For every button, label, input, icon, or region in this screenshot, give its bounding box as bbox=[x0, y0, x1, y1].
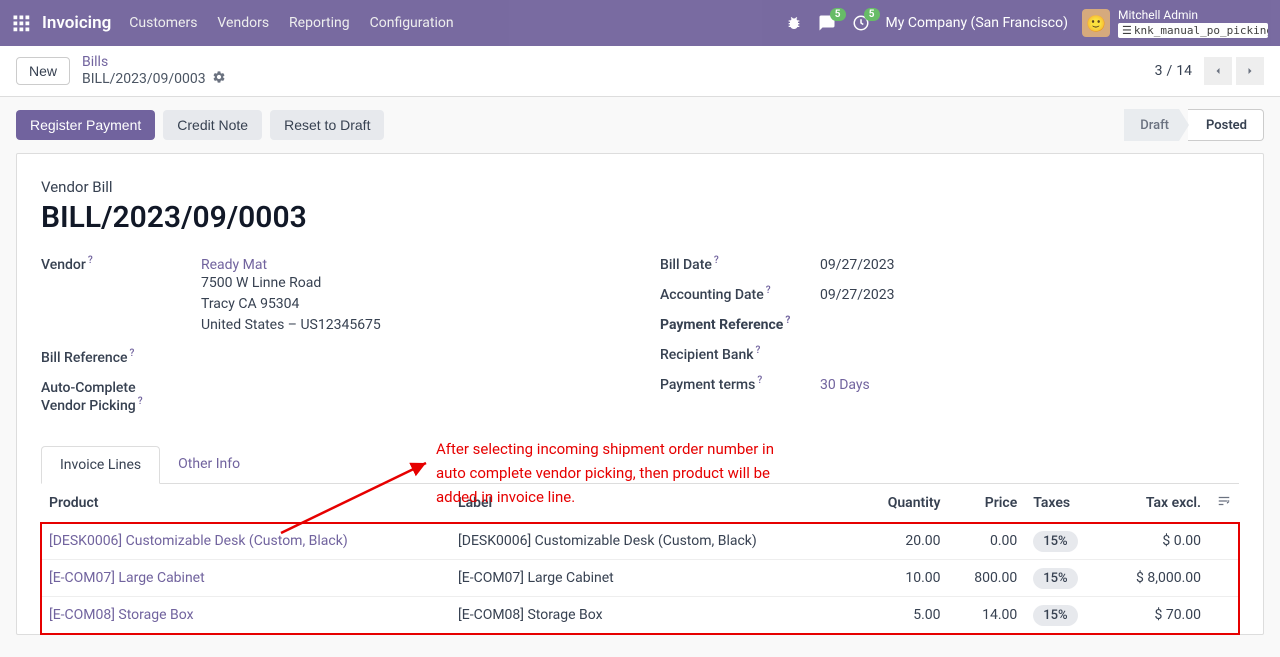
bill-ref-label: Bill Reference bbox=[41, 350, 128, 366]
vendor-label: Vendor bbox=[41, 257, 86, 273]
col-product[interactable]: Product bbox=[41, 484, 450, 523]
debug-icon[interactable] bbox=[786, 15, 802, 31]
user-menu[interactable]: Mitchell Admin ☰ knk_manual_po_picking_i… bbox=[1118, 8, 1268, 38]
help-icon[interactable]: ? bbox=[88, 255, 93, 266]
top-nav: Invoicing Customers Vendors Reporting Co… bbox=[0, 0, 1280, 46]
apps-icon[interactable] bbox=[12, 14, 30, 32]
breadcrumb: Bills BILL/2023/09/0003 bbox=[82, 54, 226, 88]
pager-prev[interactable] bbox=[1204, 57, 1232, 85]
col-tax-excl[interactable]: Tax excl. bbox=[1104, 484, 1209, 523]
tab-other-info[interactable]: Other Info bbox=[160, 446, 258, 483]
cell-label[interactable]: [E-COM08] Storage Box bbox=[450, 597, 859, 634]
help-icon[interactable]: ? bbox=[757, 375, 762, 386]
columns-config-icon[interactable] bbox=[1209, 484, 1239, 523]
nav-configuration[interactable]: Configuration bbox=[370, 15, 454, 31]
col-label[interactable]: Label bbox=[450, 484, 859, 523]
new-button[interactable]: New bbox=[16, 57, 70, 85]
help-icon[interactable]: ? bbox=[130, 348, 135, 359]
col-quantity[interactable]: Quantity bbox=[859, 484, 948, 523]
nav-customers[interactable]: Customers bbox=[129, 15, 197, 31]
register-payment-button[interactable]: Register Payment bbox=[16, 110, 155, 140]
activities-icon[interactable]: 5 bbox=[852, 14, 870, 32]
nav-vendors[interactable]: Vendors bbox=[217, 15, 269, 31]
cell-price[interactable]: 0.00 bbox=[949, 523, 1026, 560]
col-taxes[interactable]: Taxes bbox=[1025, 484, 1103, 523]
cell-qty[interactable]: 20.00 bbox=[859, 523, 948, 560]
payment-terms-label: Payment terms bbox=[660, 377, 755, 393]
reset-to-draft-button[interactable]: Reset to Draft bbox=[270, 110, 384, 140]
company-selector[interactable]: My Company (San Francisco) bbox=[886, 15, 1068, 31]
cell-excl[interactable]: $ 0.00 bbox=[1104, 523, 1209, 560]
recipient-bank-label: Recipient Bank bbox=[660, 347, 754, 363]
table-row[interactable]: [E-COM07] Large Cabinet [E-COM07] Large C… bbox=[41, 560, 1239, 597]
breadcrumb-parent[interactable]: Bills bbox=[82, 54, 108, 70]
invoice-lines-table: Product Label Quantity Price Taxes Tax e… bbox=[41, 484, 1239, 634]
dev-tag: ☰ knk_manual_po_picking_in… bbox=[1118, 23, 1268, 38]
table-row[interactable]: [E-COM08] Storage Box [E-COM08] Storage B… bbox=[41, 597, 1239, 634]
cell-label[interactable]: [DESK0006] Customizable Desk (Custom, Bl… bbox=[450, 523, 859, 560]
cell-qty[interactable]: 5.00 bbox=[859, 597, 948, 634]
messages-badge: 5 bbox=[830, 8, 846, 21]
payment-terms-value[interactable]: 30 Days bbox=[820, 377, 870, 393]
pager-total: 14 bbox=[1176, 63, 1192, 79]
auto-complete-label-2: Vendor Picking bbox=[41, 398, 136, 414]
tabs: Invoice Lines Other Info bbox=[41, 446, 1239, 484]
status-draft[interactable]: Draft bbox=[1124, 109, 1179, 141]
tab-invoice-lines[interactable]: Invoice Lines bbox=[41, 446, 160, 484]
pager: 3 / 14 bbox=[1155, 57, 1264, 85]
cell-price[interactable]: 800.00 bbox=[949, 560, 1026, 597]
vendor-addr-1: 7500 W Linne Road bbox=[201, 273, 381, 294]
bill-date-value[interactable]: 09/27/2023 bbox=[820, 257, 895, 273]
accounting-date-label: Accounting Date bbox=[660, 287, 764, 303]
control-bar: New Bills BILL/2023/09/0003 3 / 14 bbox=[0, 46, 1280, 97]
app-name[interactable]: Invoicing bbox=[42, 13, 111, 33]
status-posted[interactable]: Posted bbox=[1188, 109, 1264, 141]
accounting-date-value[interactable]: 09/27/2023 bbox=[820, 287, 895, 303]
avatar[interactable]: 🙂 bbox=[1082, 9, 1110, 37]
gear-icon[interactable] bbox=[212, 70, 226, 88]
cell-tax[interactable]: 15% bbox=[1025, 523, 1103, 560]
help-icon[interactable]: ? bbox=[785, 315, 790, 326]
action-row: Register Payment Credit Note Reset to Dr… bbox=[16, 109, 1264, 141]
vendor-addr-3: United States – US12345675 bbox=[201, 315, 381, 336]
help-icon[interactable]: ? bbox=[714, 255, 719, 266]
nav-reporting[interactable]: Reporting bbox=[289, 15, 350, 31]
doc-title: BILL/2023/09/0003 bbox=[41, 200, 1239, 235]
breadcrumb-current: BILL/2023/09/0003 bbox=[82, 71, 206, 87]
col-price[interactable]: Price bbox=[949, 484, 1026, 523]
payment-ref-label: Payment Reference bbox=[660, 317, 783, 333]
pager-position: 3 bbox=[1155, 63, 1163, 79]
doc-type-label: Vendor Bill bbox=[41, 178, 1239, 196]
cell-product[interactable]: [E-COM07] Large Cabinet bbox=[49, 570, 205, 586]
cell-excl[interactable]: $ 8,000.00 bbox=[1104, 560, 1209, 597]
cell-tax[interactable]: 15% bbox=[1025, 597, 1103, 634]
help-icon[interactable]: ? bbox=[766, 285, 771, 296]
form-sheet: Vendor Bill BILL/2023/09/0003 Vendor? Re… bbox=[16, 153, 1264, 635]
cell-tax[interactable]: 15% bbox=[1025, 560, 1103, 597]
auto-complete-label-1: Auto-Complete bbox=[41, 380, 136, 396]
cell-qty[interactable]: 10.00 bbox=[859, 560, 948, 597]
table-row[interactable]: [DESK0006] Customizable Desk (Custom, Bl… bbox=[41, 523, 1239, 560]
pager-next[interactable] bbox=[1236, 57, 1264, 85]
bill-date-label: Bill Date bbox=[660, 257, 712, 273]
status-bar: Draft Posted bbox=[1124, 109, 1264, 141]
credit-note-button[interactable]: Credit Note bbox=[163, 110, 262, 140]
activities-badge: 5 bbox=[864, 8, 880, 21]
user-name: Mitchell Admin bbox=[1118, 8, 1268, 22]
messages-icon[interactable]: 5 bbox=[818, 14, 836, 32]
vendor-name[interactable]: Ready Mat bbox=[201, 257, 381, 273]
cell-product[interactable]: [DESK0006] Customizable Desk (Custom, Bl… bbox=[49, 533, 348, 549]
cell-product[interactable]: [E-COM08] Storage Box bbox=[49, 607, 194, 623]
cell-excl[interactable]: $ 70.00 bbox=[1104, 597, 1209, 634]
help-icon[interactable]: ? bbox=[756, 345, 761, 356]
vendor-addr-2: Tracy CA 95304 bbox=[201, 294, 381, 315]
cell-label[interactable]: [E-COM07] Large Cabinet bbox=[450, 560, 859, 597]
help-icon[interactable]: ? bbox=[138, 396, 143, 412]
cell-price[interactable]: 14.00 bbox=[949, 597, 1026, 634]
